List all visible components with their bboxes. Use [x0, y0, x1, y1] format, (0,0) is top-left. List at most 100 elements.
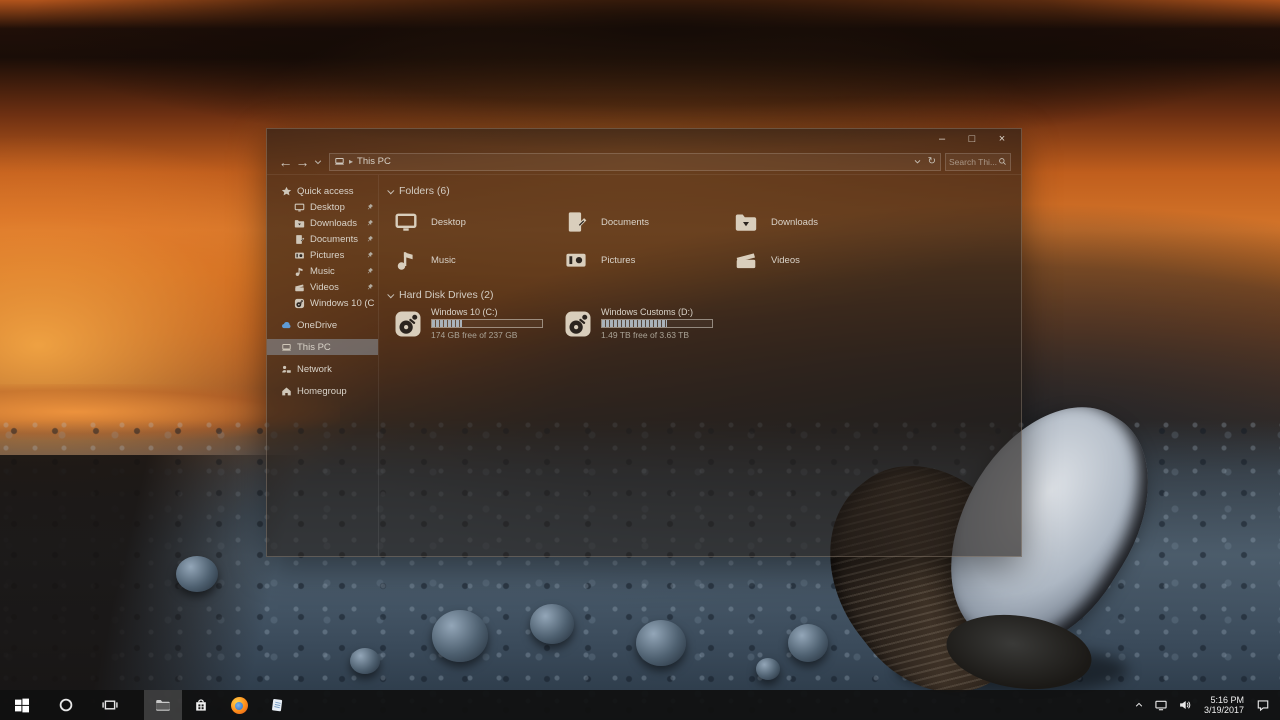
- homegroup-icon: [281, 386, 292, 397]
- sidebar-item-windows10-c[interactable]: Windows 10 (C:): [267, 295, 378, 311]
- folder-tile-label: Pictures: [601, 255, 635, 266]
- firefox-icon: [231, 697, 248, 714]
- monitor-icon: [393, 210, 419, 234]
- drive-tile-d[interactable]: Windows Customs (D:) 1.49 TB free of 3.6…: [563, 307, 733, 347]
- monitor-icon: [294, 202, 305, 213]
- back-button[interactable]: ←: [277, 154, 294, 170]
- action-center-icon: [1256, 698, 1270, 712]
- taskbar-clock[interactable]: 5:16 PM 3/19/2017: [1197, 695, 1251, 716]
- task-view-button[interactable]: [88, 690, 132, 720]
- computer-icon: [334, 156, 345, 167]
- sidebar-item-music[interactable]: Music: [267, 263, 378, 279]
- start-button[interactable]: [0, 690, 44, 720]
- sidebar-item-label: Music: [310, 266, 335, 277]
- drive-usage-fill: [602, 320, 667, 327]
- address-dropdown-chevron-icon[interactable]: [913, 157, 922, 166]
- folder-down-icon: [733, 210, 759, 234]
- music-note-icon: [294, 266, 305, 277]
- file-explorer-icon: [155, 697, 171, 713]
- group-header-label: Folders (6): [399, 185, 450, 197]
- close-button[interactable]: ×: [989, 131, 1015, 147]
- sidebar-item-label: Downloads: [310, 218, 357, 229]
- folder-tile-desktop[interactable]: Desktop: [393, 203, 563, 241]
- sidebar-item-quick-access[interactable]: Quick access: [267, 183, 378, 199]
- folder-tile-downloads[interactable]: Downloads: [733, 203, 903, 241]
- sidebar-item-downloads[interactable]: Downloads: [267, 215, 378, 231]
- folder-tile-label: Desktop: [431, 217, 466, 228]
- sidebar-item-pictures[interactable]: Pictures: [267, 247, 378, 263]
- folder-tile-pictures[interactable]: Pictures: [563, 241, 733, 279]
- folder-tile-videos[interactable]: Videos: [733, 241, 903, 279]
- star-icon: [281, 186, 292, 197]
- forward-button[interactable]: →: [294, 154, 311, 170]
- sidebar-item-label: Homegroup: [297, 386, 347, 397]
- breadcrumb[interactable]: This PC: [357, 156, 391, 167]
- taskbar-app-firefox[interactable]: [220, 690, 258, 720]
- pebble: [636, 620, 686, 666]
- folder-tile-documents[interactable]: Documents: [563, 203, 733, 241]
- folder-down-icon: [294, 218, 305, 229]
- windows-store-icon: [193, 697, 209, 713]
- pebble: [788, 624, 828, 662]
- search-icon[interactable]: [998, 157, 1007, 166]
- music-note-icon: [393, 248, 419, 272]
- sidebar-item-label: Quick access: [297, 186, 354, 197]
- notepad-icon: [269, 697, 285, 713]
- taskbar-app-store[interactable]: [182, 690, 220, 720]
- sidebar-item-homegroup[interactable]: Homegroup: [267, 383, 378, 399]
- folder-tile-music[interactable]: Music: [393, 241, 563, 279]
- taskbar: 5:16 PM 3/19/2017: [0, 690, 1280, 720]
- drive-usage-bar: [601, 319, 713, 328]
- recent-locations-chevron-icon[interactable]: [313, 157, 323, 167]
- minimize-button[interactable]: –: [929, 131, 955, 147]
- drive-free-space: 1.49 TB free of 3.63 TB: [601, 330, 713, 340]
- pin-icon: [366, 267, 374, 275]
- folders-group-header[interactable]: Folders (6): [389, 183, 1021, 199]
- windows-logo-icon: [14, 697, 30, 713]
- sidebar-item-this-pc[interactable]: This PC: [267, 339, 378, 355]
- sidebar-item-network[interactable]: Network: [267, 361, 378, 377]
- pebble: [432, 610, 488, 662]
- folder-tile-label: Downloads: [771, 217, 818, 228]
- action-center-button[interactable]: [1251, 690, 1275, 720]
- desktop: – □ × ← → ▸ This PC ↻: [0, 0, 1280, 720]
- sidebar-item-onedrive[interactable]: OneDrive: [267, 317, 378, 333]
- pebble: [530, 604, 574, 644]
- drive-tile-c[interactable]: Windows 10 (C:) 174 GB free of 237 GB: [393, 307, 563, 347]
- sidebar-item-documents[interactable]: Documents: [267, 231, 378, 247]
- navigation-pane: Quick access Desktop Downloads Documents: [267, 175, 379, 556]
- search-input[interactable]: [949, 157, 998, 167]
- tray-volume-button[interactable]: [1173, 690, 1197, 720]
- system-tray: 5:16 PM 3/19/2017: [1129, 690, 1280, 720]
- sidebar-item-videos[interactable]: Videos: [267, 279, 378, 295]
- search-box[interactable]: [945, 153, 1011, 171]
- clapperboard-icon: [733, 248, 759, 272]
- address-bar[interactable]: ▸ This PC ↻: [329, 153, 941, 171]
- chevron-up-icon: [1134, 700, 1144, 710]
- refresh-icon[interactable]: ↻: [928, 156, 936, 167]
- clapperboard-icon: [294, 282, 305, 293]
- pin-icon: [366, 219, 374, 227]
- tray-overflow-button[interactable]: [1129, 690, 1149, 720]
- pictures-icon: [563, 248, 589, 272]
- cortana-button[interactable]: [44, 690, 88, 720]
- clock-time: 5:16 PM: [1204, 695, 1244, 706]
- pin-icon: [366, 283, 374, 291]
- tray-network-button[interactable]: [1149, 690, 1173, 720]
- drive-name: Windows 10 (C:): [431, 307, 543, 317]
- file-explorer-window: – □ × ← → ▸ This PC ↻: [266, 128, 1022, 557]
- folder-tile-label: Documents: [601, 217, 649, 228]
- taskbar-app-notepad[interactable]: [258, 690, 296, 720]
- cortana-ring-icon: [58, 697, 74, 713]
- document-icon: [563, 210, 589, 234]
- document-icon: [294, 234, 305, 245]
- drives-group-header[interactable]: Hard Disk Drives (2): [389, 287, 1021, 303]
- sidebar-item-label: Videos: [310, 282, 339, 293]
- title-bar[interactable]: – □ ×: [267, 129, 1021, 149]
- maximize-button[interactable]: □: [959, 131, 985, 147]
- pebble: [176, 556, 218, 592]
- sidebar-item-desktop[interactable]: Desktop: [267, 199, 378, 215]
- drive-usage-bar: [431, 319, 543, 328]
- speaker-icon: [1178, 698, 1192, 712]
- taskbar-app-file-explorer[interactable]: [144, 690, 182, 720]
